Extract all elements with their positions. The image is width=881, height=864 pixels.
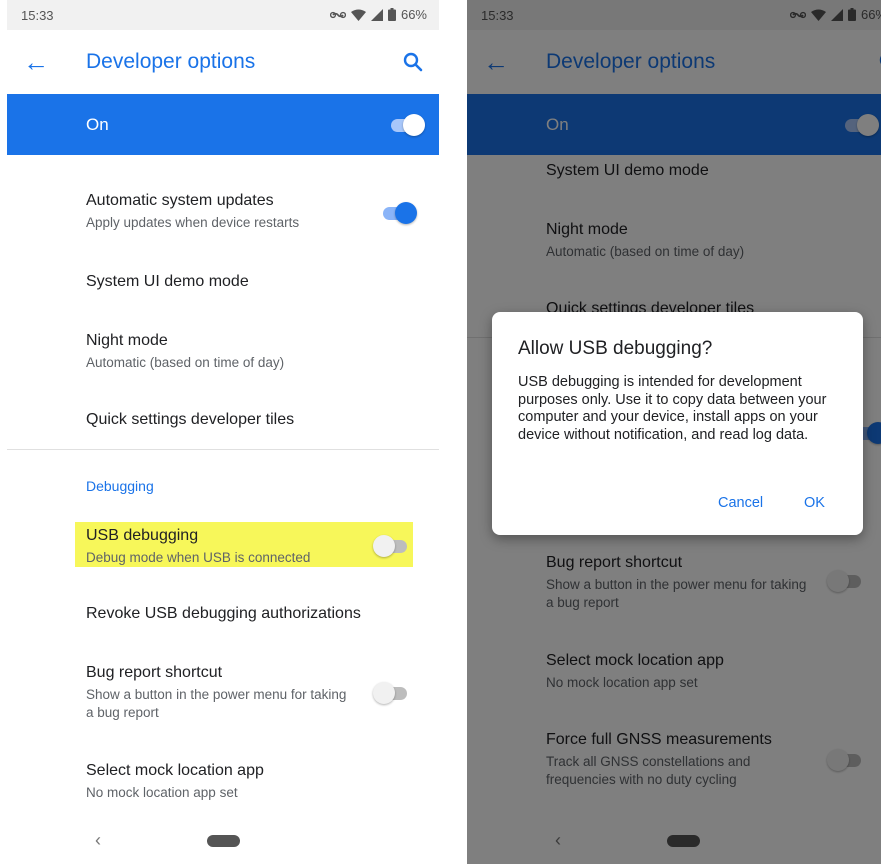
master-toggle-bar[interactable]: On: [7, 94, 439, 155]
navigation-bar: ‹: [7, 818, 439, 864]
cancel-button[interactable]: Cancel: [718, 495, 763, 511]
automatic-updates-switch[interactable]: [381, 202, 417, 224]
usb-debugging-switch[interactable]: [373, 535, 409, 557]
app-bar: ← Developer options: [7, 30, 439, 94]
setting-subtitle: Show a button in the power menu for taki…: [86, 687, 347, 720]
status-bar: 15:33 66%: [7, 0, 439, 30]
setting-title: System UI demo mode: [86, 273, 249, 290]
back-arrow-icon[interactable]: ←: [23, 49, 49, 75]
setting-revoke-usb-authorizations[interactable]: Revoke USB debugging authorizations: [86, 605, 419, 623]
page-title: Developer options: [86, 50, 256, 73]
section-header-debugging: Debugging: [86, 478, 154, 494]
battery-percent: 66%: [400, 7, 427, 22]
setting-select-mock-location[interactable]: Select mock location app No mock locatio…: [86, 762, 419, 802]
setting-title: Revoke USB debugging authorizations: [86, 605, 361, 622]
setting-title: Select mock location app: [86, 762, 264, 779]
setting-automatic-system-updates[interactable]: Automatic system updates Apply updates w…: [86, 192, 419, 232]
usb-debugging-dialog: Allow USB debugging? USB debugging is in…: [492, 312, 863, 535]
phone-screen-right: 15:33 66% ← Developer options On System …: [467, 0, 881, 864]
setting-title: Automatic system updates: [86, 192, 274, 209]
setting-subtitle: Apply updates when device restarts: [86, 215, 300, 230]
wifi-icon: [350, 9, 366, 21]
status-time: 15:33: [21, 8, 54, 23]
setting-system-ui-demo-mode[interactable]: System UI demo mode: [86, 273, 419, 291]
bug-report-switch[interactable]: [373, 682, 409, 704]
master-toggle-label: On: [86, 115, 109, 134]
setting-title: Night mode: [86, 332, 168, 349]
search-icon[interactable]: [401, 50, 425, 74]
setting-subtitle: Debug mode when USB is connected: [86, 550, 311, 565]
section-divider: [7, 449, 439, 450]
setting-title: Bug report shortcut: [86, 664, 223, 681]
ok-button[interactable]: OK: [804, 495, 825, 511]
dialog-title: Allow USB debugging?: [518, 338, 713, 359]
dialog-message: USB debugging is intended for developmen…: [518, 374, 827, 443]
setting-bug-report-shortcut[interactable]: Bug report shortcut Show a button in the…: [86, 664, 355, 722]
setting-night-mode[interactable]: Night mode Automatic (based on time of d…: [86, 332, 419, 372]
setting-subtitle: No mock location app set: [86, 785, 238, 800]
phone-screen-left: 15:33 66% ← Developer options On Automat…: [7, 0, 439, 864]
setting-usb-debugging[interactable]: USB debugging Debug mode when USB is con…: [86, 527, 419, 567]
setting-title: Quick settings developer tiles: [86, 411, 295, 428]
setting-title: USB debugging: [86, 527, 199, 544]
nav-back-icon[interactable]: ‹: [95, 830, 101, 851]
signal-icon: [370, 8, 383, 21]
data-saver-icon: [329, 11, 346, 18]
setting-quick-settings-tiles[interactable]: Quick settings developer tiles: [86, 411, 419, 429]
setting-subtitle: Automatic (based on time of day): [86, 355, 285, 370]
status-icons: 66%: [329, 7, 427, 22]
master-toggle-switch[interactable]: [389, 114, 425, 136]
home-pill-icon[interactable]: [207, 835, 240, 847]
battery-icon: [387, 8, 396, 21]
